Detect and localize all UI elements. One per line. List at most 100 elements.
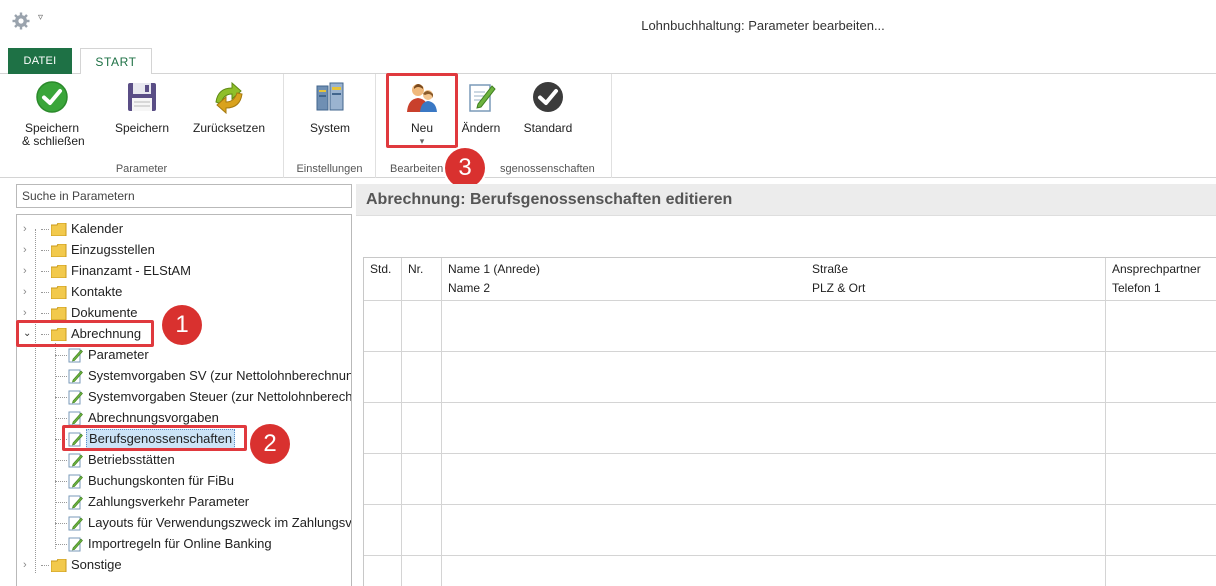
- tree-item-label: Layouts für Verwendungszweck im Zahlungs…: [88, 515, 352, 530]
- ribbon-group-parameter: Speichern & schließen Speichern Zurückse…: [0, 74, 284, 178]
- tree-item-systemvorgaben-steuer[interactable]: Systemvorgaben Steuer (zur Nettolohnbere…: [43, 387, 352, 407]
- column-header-name1[interactable]: Name 1 (Anrede): [448, 262, 540, 276]
- tree-item-label: Systemvorgaben Steuer (zur Nettolohnbere…: [88, 389, 352, 404]
- grid-row-divider: [364, 351, 1216, 352]
- edit-document-icon: [68, 411, 83, 426]
- grid-header-divider: [364, 300, 1216, 301]
- folder-icon: [51, 223, 67, 236]
- tree-item-label: Einzugsstellen: [71, 242, 155, 257]
- grid-row-divider: [364, 555, 1216, 556]
- edit-document-icon: [68, 474, 83, 489]
- tree-item-zahlungsverkehr[interactable]: Zahlungsverkehr Parameter: [43, 492, 351, 512]
- page-title: Abrechnung: Berufsgenossenschaften editi…: [366, 191, 733, 208]
- tree-item-einzugsstellen[interactable]: › Einzugsstellen: [23, 240, 351, 260]
- tree-item-parameter[interactable]: Parameter: [43, 345, 351, 365]
- search-input[interactable]: Suche in Parametern: [16, 184, 352, 208]
- chevron-right-icon[interactable]: ›: [23, 261, 35, 281]
- folder-icon: [51, 265, 67, 278]
- folder-icon: [51, 307, 67, 320]
- edit-document-icon: [68, 516, 83, 531]
- grid-row-divider: [364, 402, 1216, 403]
- folder-icon: [51, 286, 67, 299]
- edit-document-icon: [68, 495, 83, 510]
- tree-item-layouts[interactable]: Layouts für Verwendungszweck im Zahlungs…: [43, 513, 352, 533]
- chevron-right-icon[interactable]: ›: [23, 219, 35, 239]
- grid-row-divider: [364, 504, 1216, 505]
- tree-item-kontakte[interactable]: › Kontakte: [23, 282, 351, 302]
- data-grid[interactable]: Std. Nr. Name 1 (Anrede) Name 2 Straße P…: [363, 257, 1216, 586]
- ribbon-group-settings: System Einstellungen: [284, 74, 376, 178]
- chevron-right-icon[interactable]: ›: [23, 240, 35, 260]
- parameter-tree: › Kalender › Einzugsstellen › Finanzamt …: [16, 214, 352, 586]
- system-servers-icon: [316, 82, 344, 111]
- reset-button[interactable]: Zurücksetzen: [186, 80, 272, 135]
- tree-item-label: Sonstige: [71, 557, 122, 572]
- column-header-nr[interactable]: Nr.: [408, 262, 423, 276]
- column-header-street[interactable]: Straße: [812, 262, 848, 276]
- save-close-label-line2: & schließen: [22, 134, 85, 148]
- edit-document-icon: [68, 453, 83, 468]
- edit-document-icon: [469, 84, 496, 112]
- window-title: Lohnbuchhaltung: Parameter bearbeiten...: [641, 18, 885, 33]
- callout-badge-2: 2: [250, 424, 290, 464]
- change-button[interactable]: Ändern: [456, 80, 506, 135]
- column-nr: [402, 258, 442, 586]
- tree-item-finanzamt[interactable]: › Finanzamt - ELStAM: [23, 261, 351, 281]
- system-button[interactable]: System: [298, 80, 362, 135]
- standard-button[interactable]: Standard: [516, 80, 580, 135]
- tree-item-label: Kontakte: [71, 284, 123, 299]
- title-bar: ▿ Lohnbuchhaltung: Parameter bearbeiten.…: [0, 0, 1216, 44]
- tree-item-kalender[interactable]: › Kalender: [23, 219, 351, 239]
- new-button-highlight: [386, 73, 458, 148]
- checkmark-green-icon: [36, 81, 68, 113]
- reset-label: Zurücksetzen: [192, 121, 266, 135]
- save-label: Speichern: [114, 121, 170, 135]
- callout-badge-3: 3: [445, 148, 485, 188]
- system-label: System: [309, 121, 350, 135]
- folder-icon: [51, 559, 67, 572]
- group-label-edit-tail: sgenossenschaften: [500, 163, 595, 175]
- tree-item-sonstige[interactable]: › Sonstige: [23, 555, 351, 575]
- edit-document-icon: [68, 537, 83, 552]
- column-header-contact[interactable]: Ansprechpartner: [1112, 262, 1201, 276]
- column-header-phone[interactable]: Telefon 1: [1112, 281, 1161, 295]
- column-std: [364, 258, 402, 586]
- tree-item-betriebsstaetten[interactable]: Betriebsstätten: [43, 450, 351, 470]
- ribbon: Speichern & schließen Speichern Zurückse…: [0, 74, 1216, 178]
- group-label-settings: Einstellungen: [296, 163, 363, 175]
- main-panel-header: Abrechnung: Berufsgenossenschaften editi…: [356, 184, 1216, 216]
- abrechnung-highlight: [16, 320, 154, 347]
- group-label-parameter: Parameter: [115, 163, 168, 175]
- ribbon-tabs: DATEI START: [0, 45, 1216, 75]
- column-header-plz[interactable]: PLZ & Ort: [812, 281, 865, 295]
- save-button[interactable]: Speichern: [110, 80, 174, 135]
- tree-item-label: Importregeln für Online Banking: [88, 536, 272, 551]
- tree-item-label: Zahlungsverkehr Parameter: [88, 494, 250, 509]
- edit-document-icon: [68, 369, 83, 384]
- edit-document-icon: [68, 390, 83, 405]
- tree-item-label: Betriebsstätten: [88, 452, 175, 467]
- standard-label: Standard: [523, 121, 573, 135]
- change-label: Ändern: [461, 121, 501, 135]
- tree-item-label: Buchungskonten für FiBu: [88, 473, 234, 488]
- chevron-right-icon[interactable]: ›: [23, 555, 35, 575]
- callout-badge-1: 1: [162, 305, 202, 345]
- tab-datei[interactable]: DATEI: [8, 48, 72, 74]
- tree-item-label: Parameter: [88, 347, 149, 362]
- tree-item-label: Systemvorgaben SV (zur Nettolohnberechnu…: [88, 368, 352, 383]
- tree-item-systemvorgaben-sv[interactable]: Systemvorgaben SV (zur Nettolohnberechnu…: [43, 366, 352, 386]
- folder-icon: [51, 244, 67, 257]
- edit-document-icon: [68, 348, 83, 363]
- column-street: [806, 258, 1106, 586]
- column-header-name2[interactable]: Name 2: [448, 281, 490, 295]
- tab-start[interactable]: START: [80, 48, 152, 75]
- tree-item-buchungskonten[interactable]: Buchungskonten für FiBu: [43, 471, 351, 491]
- floppy-disk-icon: [128, 83, 156, 111]
- tree-item-importregeln[interactable]: Importregeln für Online Banking: [43, 534, 351, 554]
- chevron-right-icon[interactable]: ›: [23, 282, 35, 302]
- save-and-close-button[interactable]: Speichern & schließen: [22, 80, 85, 148]
- reset-arrows-icon: [215, 81, 243, 114]
- column-header-std[interactable]: Std.: [370, 262, 391, 276]
- tree-item-label: Kalender: [71, 221, 124, 236]
- tree-item-label: Finanzamt - ELStAM: [71, 263, 191, 278]
